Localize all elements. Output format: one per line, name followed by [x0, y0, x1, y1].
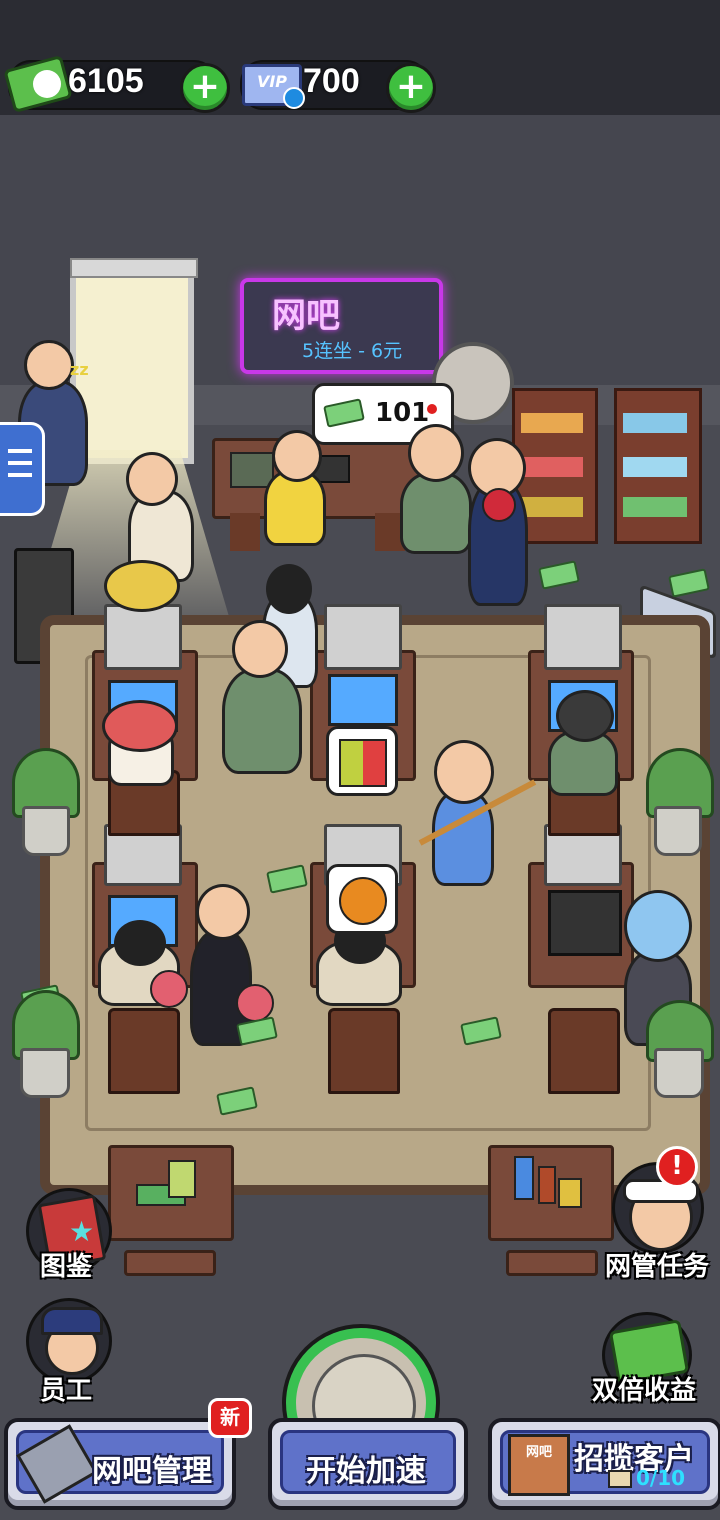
staff-label: 员工: [39, 1376, 92, 1406]
shop-icon: 网吧: [508, 1434, 570, 1496]
monitor-back: [324, 604, 402, 670]
vip-value: 700: [303, 62, 360, 100]
customer-head: [104, 560, 180, 612]
tetris-game-bubble[interactable]: [326, 726, 398, 796]
card-game-icon: [339, 877, 387, 925]
alert-badge: !: [656, 1146, 698, 1188]
plant-pot: [22, 806, 70, 856]
customer-head: [126, 452, 178, 506]
catalog-label: 图鉴: [39, 1252, 92, 1282]
tetris-icon: [339, 739, 387, 787]
admin-tasks-label: 网管任务: [604, 1252, 709, 1282]
bench: [506, 1250, 598, 1276]
speed-up-button[interactable]: 开始加速: [268, 1418, 468, 1510]
add-vip-button[interactable]: +: [386, 63, 436, 113]
notification-dot: [427, 404, 437, 414]
play-icon: [283, 87, 305, 109]
snacks: [521, 413, 583, 433]
customer[interactable]: [222, 668, 302, 774]
manage-label: 网吧管理: [92, 1454, 212, 1489]
ticket-icon: [608, 1470, 632, 1488]
neon-sign: 网吧 5连坐 - 6元: [240, 278, 443, 374]
monitor-back: [104, 604, 182, 670]
recruit-customers-button[interactable]: 网吧 招揽客户 0/10: [488, 1418, 720, 1510]
top-hud: 6105 + VIP 700 +: [0, 0, 720, 115]
customer-head: [232, 620, 288, 678]
chair: [108, 1008, 180, 1094]
cleaner-head: [434, 740, 494, 804]
customer-head: [266, 564, 312, 614]
star-icon: ★: [69, 1215, 95, 1248]
sign-subtitle: 5连坐 - 6元: [302, 340, 403, 362]
snacks: [521, 497, 583, 517]
cafe-manage-button[interactable]: 网吧管理: [4, 1418, 236, 1510]
coin-icon: [33, 70, 61, 98]
can: [558, 1178, 582, 1208]
customer-head: [114, 920, 166, 966]
police-hat-icon: [41, 1307, 103, 1335]
shop-sign: 网吧: [525, 1445, 552, 1460]
monitor-back: [544, 604, 622, 670]
plant-pot: [20, 1048, 70, 1098]
new-badge: 新: [208, 1398, 252, 1438]
monitor-screen: [328, 674, 398, 726]
bunny-girl-head: [196, 884, 250, 940]
sign-title: 网吧: [272, 296, 340, 336]
chair: [328, 1008, 400, 1094]
plant-pot: [654, 1048, 704, 1098]
plant-pot: [654, 806, 702, 856]
drinks: [623, 497, 687, 517]
guard-head: [24, 340, 74, 390]
recruit-progress: 0/10: [636, 1466, 686, 1490]
income-value: 101: [375, 398, 430, 428]
cashier-head: [408, 424, 464, 482]
cashier[interactable]: [400, 472, 472, 554]
customer-head: [272, 430, 322, 482]
double-income-label: 双倍收益: [591, 1376, 696, 1406]
bench: [124, 1250, 216, 1276]
drinks: [623, 457, 687, 477]
speed-up-label: 开始加速: [306, 1454, 426, 1489]
chair: [548, 1008, 620, 1094]
bottle: [538, 1166, 556, 1204]
lollipop: [482, 488, 516, 522]
cash-icon: [323, 398, 365, 428]
sleep-icon: zz: [70, 360, 89, 379]
add-cash-button[interactable]: +: [180, 63, 230, 113]
doudizhu-game-bubble[interactable]: [326, 864, 398, 934]
menu-list-icon: [8, 449, 32, 453]
snacks: [521, 457, 583, 477]
pompom: [150, 970, 188, 1008]
counter-leg: [230, 513, 260, 551]
customer-head: [102, 700, 178, 752]
side-menu-button[interactable]: [0, 422, 45, 516]
door-shutter: [70, 258, 198, 278]
cash-value: 6105: [68, 62, 144, 100]
monitor-off: [548, 890, 622, 956]
bottle: [514, 1156, 534, 1200]
drink-cup: [168, 1160, 196, 1198]
maid-girl-head: [624, 890, 692, 962]
customer-head: [556, 690, 614, 742]
drinks: [623, 413, 687, 433]
drink-shelf: [614, 388, 702, 544]
